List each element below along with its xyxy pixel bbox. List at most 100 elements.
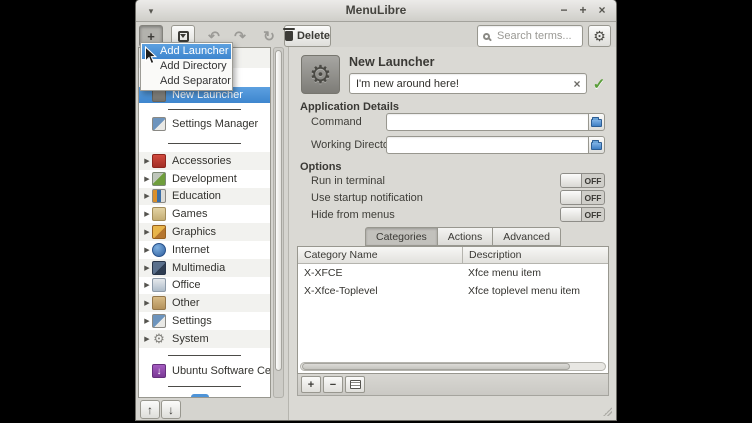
tree-item-system[interactable]: ▶ ⚙ System [139,330,270,348]
use-startup-notification-toggle[interactable]: OFF [560,190,605,205]
use-startup-notification-label: Use startup notification [311,192,423,204]
tree-item-internet[interactable]: ▶ Internet [139,241,270,259]
add-category-button[interactable]: + [301,376,321,393]
expander-icon[interactable]: ▶ [142,157,152,165]
search-box [477,25,583,47]
categories-table: Category Name Description X-XFCE Xfce me… [297,246,609,374]
launcher-tree: New Launcher Settings Manager ▶ Accessor… [138,47,271,398]
search-input[interactable] [495,29,577,43]
editor-tabs: Categories Actions Advanced [365,227,561,246]
sidebar-scrollbar-thumb[interactable] [275,50,282,371]
expander-icon[interactable]: ▶ [142,246,152,254]
folder-icon [591,119,602,127]
working-directory-field-box [386,136,589,154]
tab-advanced[interactable]: Advanced [492,227,561,246]
education-icon [152,189,166,203]
tree-item-accessories[interactable]: ▶ Accessories [139,152,270,170]
close-button[interactable]: × [596,4,608,18]
hide-from-menus-toggle[interactable]: OFF [560,207,605,222]
desktop: { "window": { "title": "MenuLibre", "men… [0,0,752,423]
tree-item-graphics[interactable]: ▶ Graphics [139,223,270,241]
sidebar-scrollbar[interactable] [273,47,284,398]
refresh-icon: ↻ [263,28,275,45]
resize-grip[interactable] [603,407,612,416]
menu-item-add-separator[interactable]: Add Separator [142,74,231,89]
name-entry-box: × [349,73,587,94]
run-in-terminal-toggle[interactable]: OFF [560,173,605,188]
tree-item-games[interactable]: ▶ Games [139,205,270,223]
expander-icon[interactable]: ▶ [142,175,152,183]
expander-icon[interactable]: ▶ [142,228,152,236]
check-icon: ✓ [593,75,606,93]
delete-label: Delete [297,30,330,42]
application-details-heading: Application Details [300,101,399,113]
tree-item-other[interactable]: ▶ Other [139,294,270,312]
development-icon [152,172,166,186]
table-row[interactable]: X-XFCE Xfce menu item [298,264,608,282]
tree-separator [139,103,270,115]
maximize-button[interactable]: + [577,4,589,18]
expander-icon[interactable]: ▶ [142,192,152,200]
move-down-button[interactable]: ↓ [161,400,181,419]
expander-icon[interactable]: ▶ [142,281,152,289]
launcher-title: New Launcher [349,55,434,69]
titlebar[interactable]: ▾ MenuLibre − + × [136,0,616,22]
command-input[interactable] [387,115,588,131]
settings-manager-icon [152,117,166,131]
tree-item-settings[interactable]: ▶ Settings [139,312,270,330]
command-label: Command [311,116,362,128]
expander-icon[interactable]: ▶ [142,335,152,343]
tree-item-ubuntu-software-center[interactable]: ↓ Ubuntu Software Center [139,362,270,380]
tree-item-development[interactable]: ▶ Development [139,170,270,188]
remove-category-button[interactable]: − [323,376,343,393]
tree-item-multimedia[interactable]: ▶ Multimedia [139,259,270,277]
office-icon [152,278,166,292]
trash-icon [285,31,293,41]
tree-item-office[interactable]: ▶ Office [139,277,270,295]
column-header-category-name[interactable]: Category Name [298,247,462,263]
gear-icon: ⚙ [593,28,606,45]
move-up-button[interactable]: ↑ [140,400,160,419]
toggle-knob [561,174,582,187]
save-icon [178,31,189,42]
settings-button[interactable]: ⚙ [588,25,611,47]
command-browse-button[interactable] [588,113,605,131]
accessories-icon [152,154,166,168]
options-heading: Options [300,161,342,173]
command-field-box [386,113,589,131]
expander-icon[interactable]: ▶ [142,264,152,272]
expander-icon[interactable]: ▶ [142,299,152,307]
expander-icon[interactable]: ▶ [142,317,152,325]
gear-icon: ⚙ [309,60,331,90]
tree-separator [139,348,270,362]
tree-separator [139,133,270,152]
restore-button[interactable]: ↻ [257,25,281,47]
toggle-knob [561,208,582,221]
table-row[interactable]: X-Xfce-Toplevel Xfce toplevel menu item [298,282,608,300]
table-scrollbar-thumb[interactable] [302,363,570,370]
apply-name-button[interactable]: ✓ [591,74,607,93]
tab-actions[interactable]: Actions [437,227,493,246]
working-directory-input[interactable] [387,138,588,154]
launcher-icon-button[interactable]: ⚙ [301,55,340,94]
expander-icon[interactable]: ▶ [142,210,152,218]
tree-item-settings-manager[interactable]: Settings Manager [139,115,270,133]
table-horizontal-scrollbar[interactable] [300,362,606,371]
folder-icon [591,142,602,150]
mouse-cursor [144,46,157,70]
working-directory-browse-button[interactable] [588,136,605,154]
clear-icon[interactable]: × [568,77,586,91]
column-header-description[interactable]: Description [462,247,608,263]
table-header: Category Name Description [298,247,608,264]
settings-icon [152,314,166,328]
edit-category-button[interactable] [345,376,365,393]
menulibre-window: ▾ MenuLibre − + × + ↶ ↷ ↻ Delete ⚙ [136,0,616,420]
launcher-name-input[interactable] [350,78,568,90]
graphics-icon [152,225,166,239]
tree-item-education[interactable]: ▶ Education [139,188,270,206]
minimize-button[interactable]: − [558,4,570,18]
tab-categories[interactable]: Categories [365,227,438,246]
delete-button[interactable]: Delete [284,25,331,47]
window-controls: − + × [558,0,608,22]
search-icon [483,33,490,40]
